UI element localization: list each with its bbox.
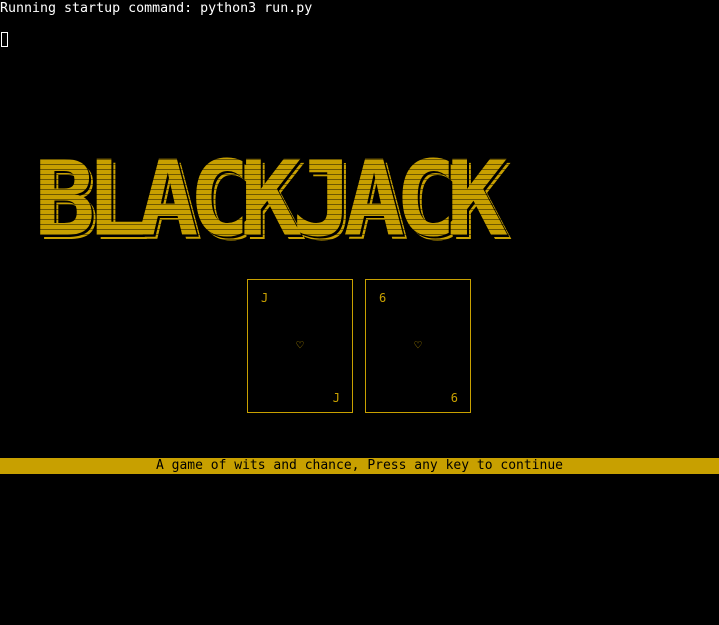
card-rank-bottom: 6 — [450, 391, 458, 405]
heart-icon: ♡ — [296, 338, 304, 352]
card-rank-bottom: J — [332, 391, 340, 405]
playing-card-six: 6 ♡ 6 — [365, 279, 471, 413]
card-rank-top: J — [261, 291, 269, 305]
startup-command-line: Running startup command: python3 run.py — [0, 1, 313, 16]
continue-banner[interactable]: A game of wits and chance, Press any key… — [0, 458, 719, 474]
logo-text: BLACKJACK — [34, 138, 508, 260]
blackjack-logo: BLACKJACK — [34, 138, 686, 260]
card-rank-top: 6 — [379, 291, 387, 305]
heart-icon: ♡ — [414, 338, 422, 352]
terminal-cursor[interactable] — [1, 32, 8, 47]
playing-card-jack: J ♡ J — [247, 279, 353, 413]
